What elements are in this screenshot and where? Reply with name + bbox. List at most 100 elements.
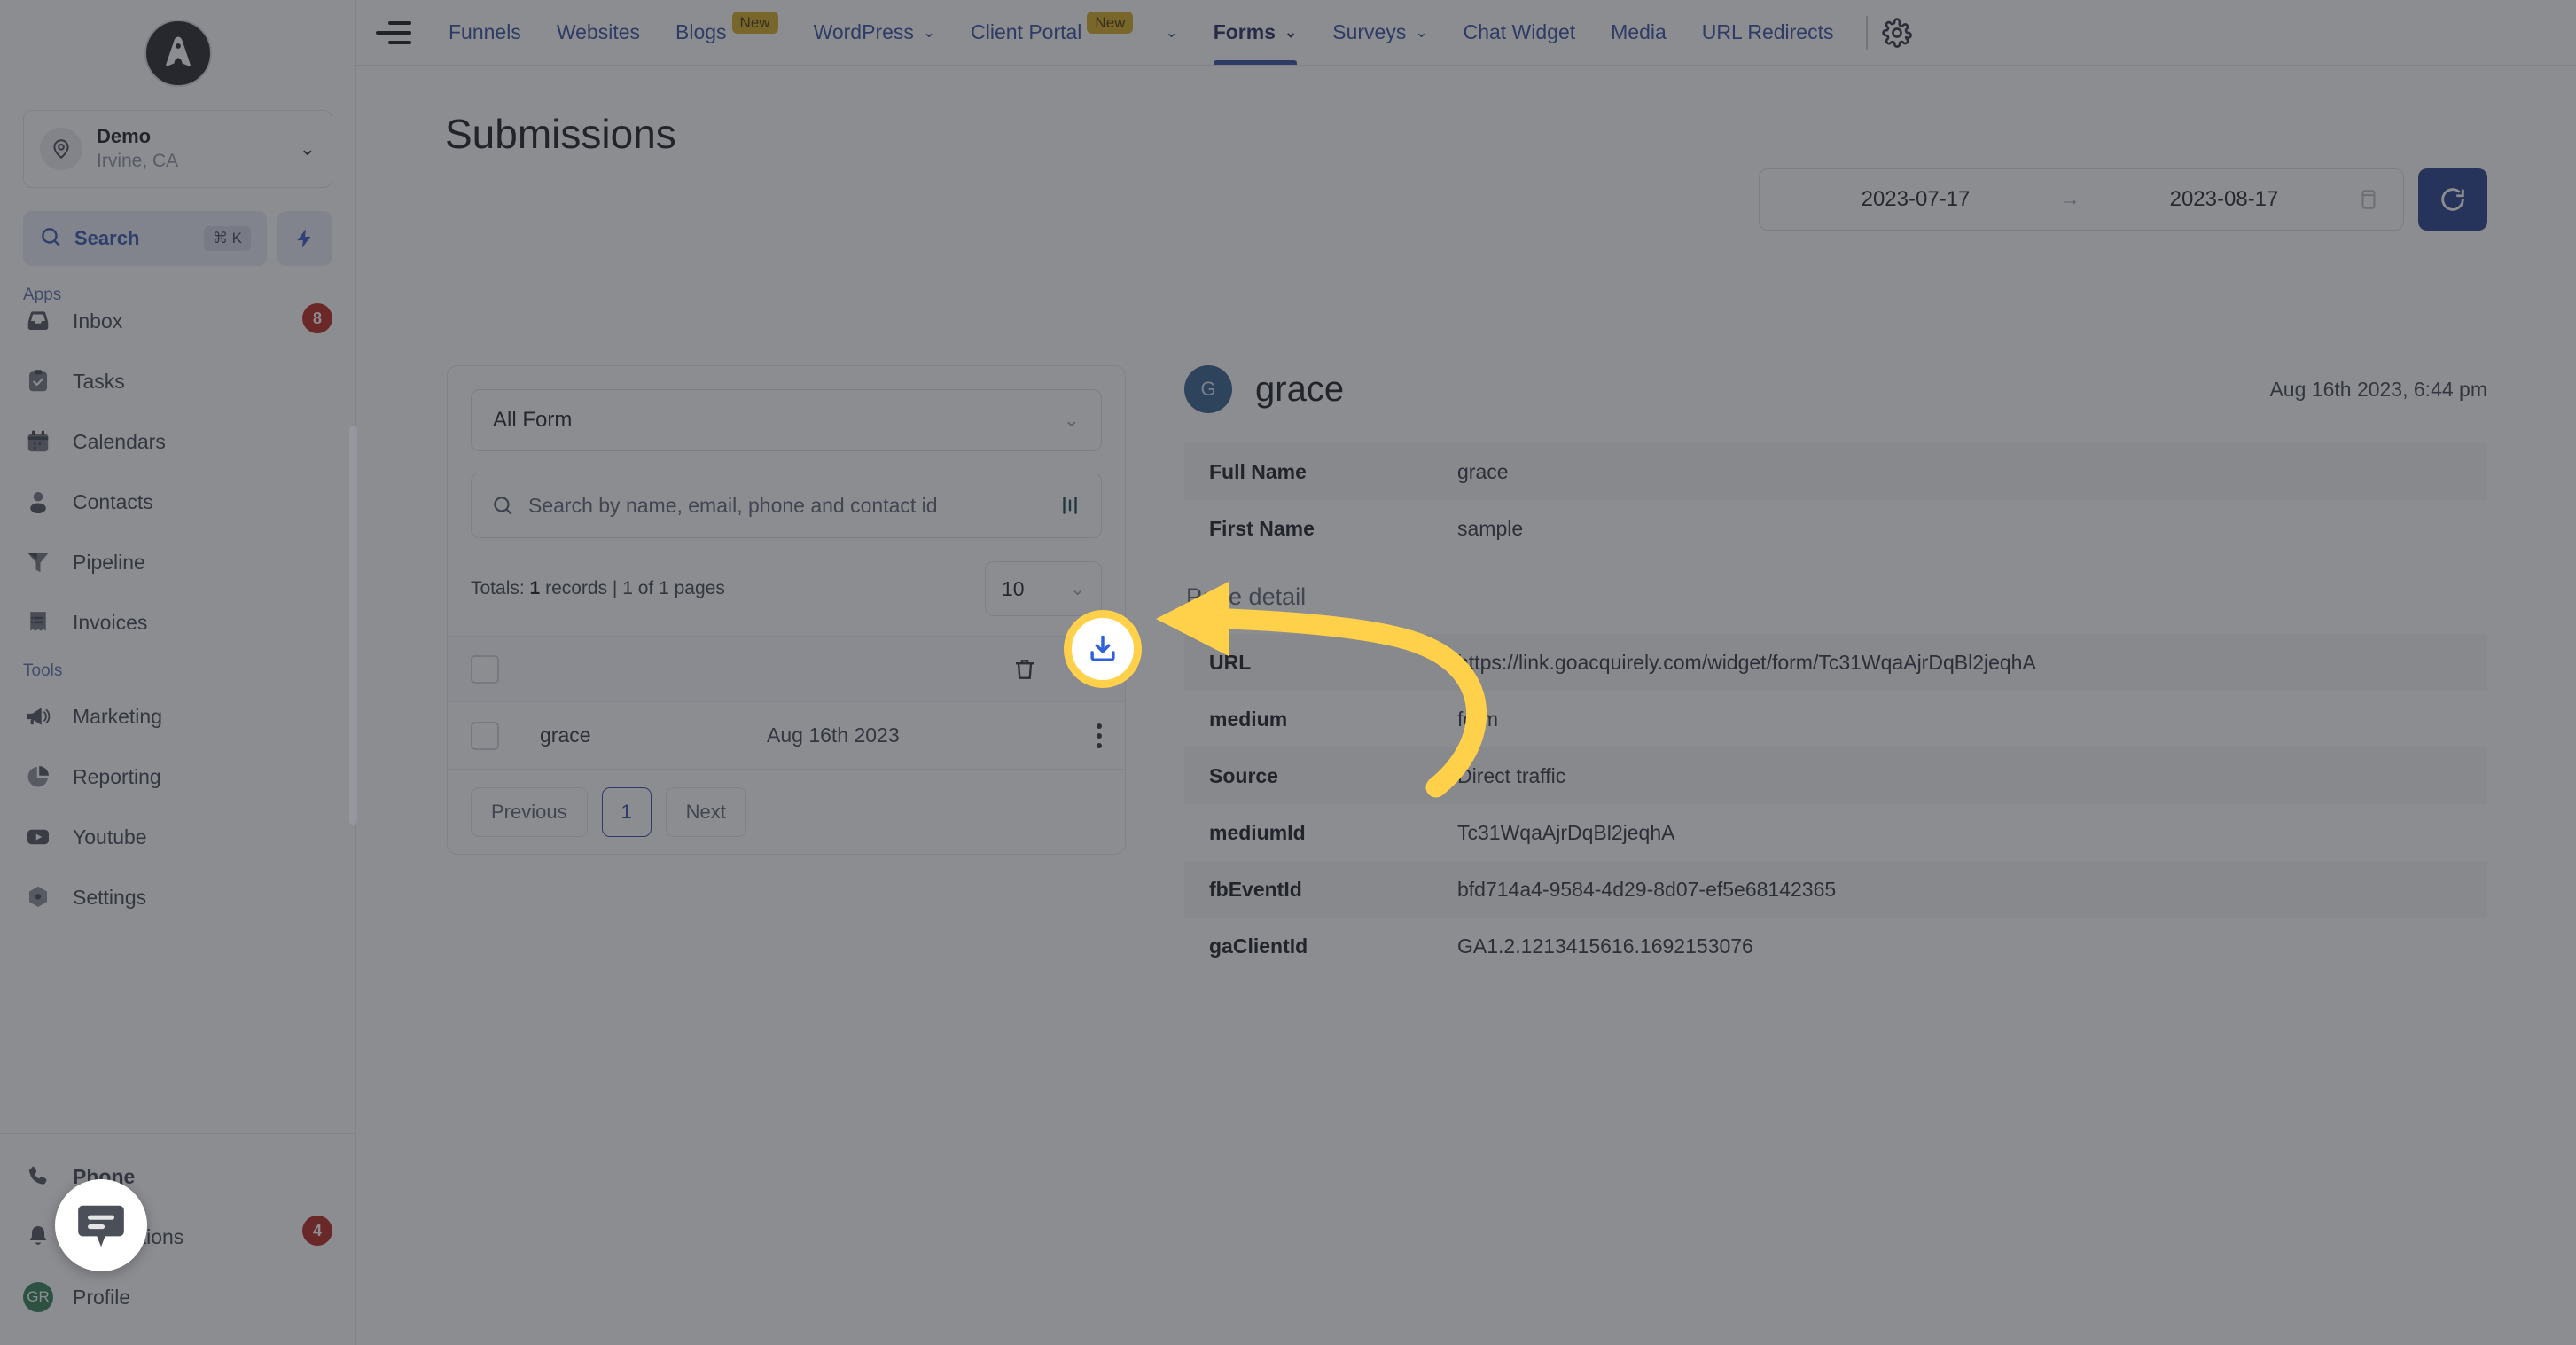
sidebar-item-phone[interactable]: Phone	[0, 1146, 355, 1207]
sidebar-nav: Apps Inbox 8 Tasks Calendars Contacts Pi…	[0, 266, 355, 1133]
sidebar-item-tasks[interactable]: Tasks	[0, 351, 355, 411]
sidebar-item-notifications[interactable]: Notifications 4	[0, 1207, 355, 1267]
pie-chart-icon	[23, 762, 53, 792]
refresh-button[interactable]	[2418, 168, 2487, 231]
form-filter-select[interactable]: All Form ⌄	[471, 389, 1102, 451]
tab-label: Chat Widget	[1463, 20, 1576, 43]
detail-field-value: sample	[1457, 516, 1524, 540]
tab-client-portal[interactable]: Client Portal New ⌄	[953, 0, 1196, 65]
search-input[interactable]: Search ⌘ K	[23, 211, 267, 266]
detail-field-value: Tc31WqaAjrDqBl2jeqhA	[1457, 820, 1675, 844]
arrow-right-icon: →	[2059, 187, 2080, 211]
download-submissions-highlight[interactable]	[1064, 610, 1142, 688]
previous-page-button[interactable]: Previous	[471, 786, 588, 837]
sidebar-item-inbox[interactable]: Inbox 8	[0, 291, 355, 351]
chevron-down-icon: ⌄	[1415, 23, 1428, 41]
settings-icon	[23, 882, 53, 912]
row-menu-icon[interactable]	[1097, 723, 1102, 748]
tab-forms[interactable]: Forms ⌄	[1196, 0, 1315, 65]
chat-widget-button[interactable]	[55, 1179, 147, 1271]
tab-media[interactable]: Media	[1593, 0, 1684, 65]
sidebar-item-label: Pipeline	[73, 550, 145, 574]
brand-logo[interactable]	[0, 0, 355, 106]
location-pin-icon	[40, 128, 82, 170]
tab-websites[interactable]: Websites	[539, 0, 658, 65]
sidebar-item-marketing[interactable]: Marketing	[0, 686, 355, 747]
tab-label: Funnels	[449, 20, 521, 43]
row-date: Aug 16th 2023	[767, 723, 900, 747]
sidebar-group-tools: Tools	[23, 661, 63, 680]
detail-field-value: GA1.2.1213415616.1692153076	[1457, 934, 1753, 958]
bolt-icon	[297, 229, 311, 248]
next-page-button[interactable]: Next	[665, 786, 746, 837]
sidebar-item-pipeline[interactable]: Pipeline	[0, 532, 355, 592]
new-badge: New	[731, 11, 778, 35]
date-end[interactable]: 2023-08-17	[2091, 187, 2357, 212]
detail-field-key: gaClientId	[1209, 934, 1308, 958]
detail-timestamp: Aug 16th 2023, 6:44 pm	[2269, 377, 2487, 401]
download-icon	[1090, 635, 1115, 661]
avatar-initials: GR	[23, 1282, 53, 1312]
table-row[interactable]: grace Aug 16th 2023	[448, 701, 1125, 769]
submissions-search-input[interactable]: Search by name, email, phone and contact…	[471, 473, 1102, 538]
form-filter-value: All Form	[493, 408, 573, 432]
chevron-down-icon: ⌄	[1063, 409, 1080, 431]
sidebar-item-calendars[interactable]: Calendars	[0, 411, 355, 472]
page-number-button[interactable]: 1	[601, 786, 652, 837]
tab-funnels[interactable]: Funnels	[431, 0, 539, 65]
notifications-badge: 4	[302, 1216, 332, 1246]
search-icon	[39, 225, 62, 253]
top-navigation: Funnels Websites Blogs New WordPress ⌄ C…	[356, 0, 2576, 66]
row-checkbox[interactable]	[471, 721, 499, 750]
tab-chat-widget[interactable]: Chat Widget	[1446, 0, 1594, 65]
totals-prefix: Totals:	[471, 578, 525, 598]
sidebar-item-reporting[interactable]: Reporting	[0, 747, 355, 807]
sidebar-item-label: Contacts	[73, 489, 153, 513]
per-page-select[interactable]: 10 ⌄	[985, 561, 1102, 616]
menu-toggle-icon[interactable]	[372, 20, 411, 44]
brand-logo-icon	[165, 36, 191, 66]
tab-label: Surveys	[1332, 20, 1407, 43]
sidebar-item-invoices[interactable]: Invoices	[0, 592, 355, 653]
submissions-list-panel: All Form ⌄ Search by name, email, phone …	[447, 365, 1126, 855]
tab-surveys[interactable]: Surveys ⌄	[1315, 0, 1445, 65]
filter-icon[interactable]	[1058, 494, 1081, 517]
detail-field-value: https://link.goacquirely.com/widget/form…	[1457, 650, 2036, 674]
gear-icon[interactable]	[1881, 17, 1912, 48]
sidebar-item-settings[interactable]: Settings	[0, 867, 355, 927]
location-selector[interactable]: Demo Irvine, CA ⌄	[23, 110, 332, 188]
chevron-down-icon: ⌄	[299, 137, 316, 160]
sidebar-item-label: Profile	[73, 1285, 131, 1309]
search-shortcut: ⌘ K	[203, 226, 251, 251]
tab-label: URL Redirects	[1701, 20, 1834, 43]
sidebar-item-label: Marketing	[73, 704, 162, 728]
detail-name: grace	[1255, 369, 1345, 409]
location-sub: Irvine, CA	[97, 150, 179, 171]
sidebar-scrollbar[interactable]	[349, 426, 357, 825]
tab-label: Media	[1611, 20, 1667, 43]
sidebar-item-youtube[interactable]: Youtube	[0, 807, 355, 867]
search-label: Search	[74, 227, 140, 249]
megaphone-icon	[23, 701, 53, 731]
top-nav-items: Funnels Websites Blogs New WordPress ⌄ C…	[431, 0, 1912, 65]
totals-text: Totals: 1 records | 1 of 1 pages	[471, 578, 725, 599]
tab-wordpress[interactable]: WordPress ⌄	[796, 0, 954, 65]
quick-actions-button[interactable]	[277, 211, 332, 266]
date-range-toolbar: 2023-07-17 → 2023-08-17	[1759, 168, 2487, 231]
sidebar-item-profile[interactable]: GR Profile	[0, 1267, 355, 1327]
select-all-checkbox[interactable]	[471, 654, 499, 684]
chevron-down-icon: ⌄	[922, 23, 936, 41]
date-range-picker[interactable]: 2023-07-17 → 2023-08-17	[1759, 168, 2404, 231]
tab-blogs[interactable]: Blogs New	[658, 0, 796, 65]
location-name: Demo	[97, 125, 152, 148]
detail-header: G grace Aug 16th 2023, 6:44 pm	[1184, 365, 2487, 443]
submissions-search-placeholder: Search by name, email, phone and contact…	[528, 493, 938, 517]
date-start[interactable]: 2023-07-17	[1783, 187, 2049, 212]
sidebar-item-label: Calendars	[73, 429, 166, 453]
delete-icon[interactable]	[1011, 656, 1038, 683]
page-title: Submissions	[445, 111, 676, 157]
detail-field-key: fbEventId	[1209, 877, 1302, 901]
tab-url-redirects[interactable]: URL Redirects	[1684, 0, 1852, 65]
chat-icon	[78, 1205, 124, 1247]
sidebar-item-contacts[interactable]: Contacts	[0, 472, 355, 532]
